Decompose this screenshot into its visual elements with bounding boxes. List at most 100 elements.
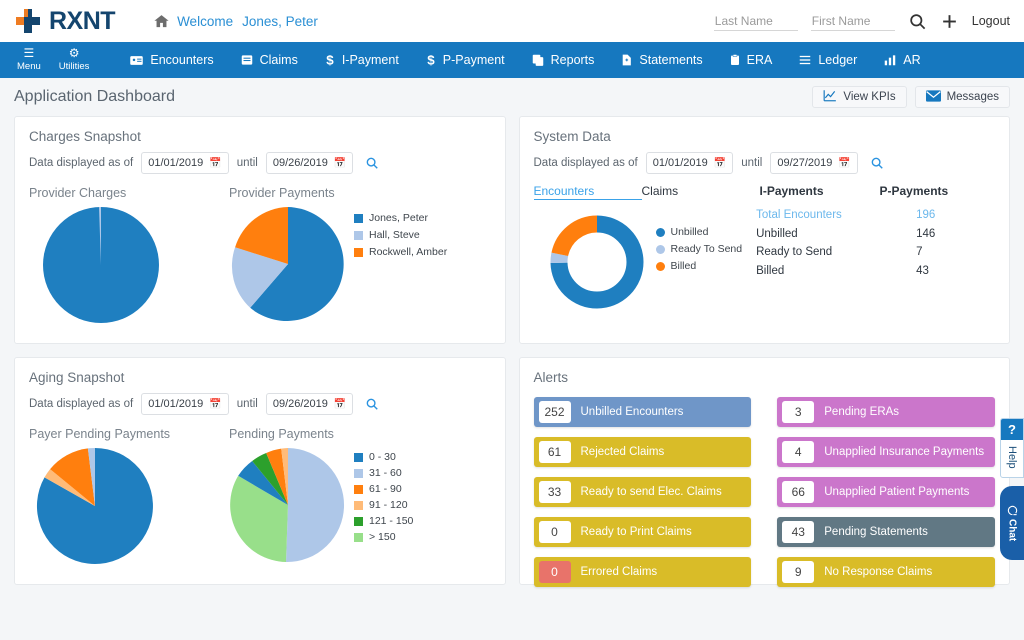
system-to-date[interactable]: 09/27/2019 📅	[770, 152, 858, 174]
provider-payments-chart: Provider Payments	[229, 186, 354, 324]
alert-rejected-claims[interactable]: 61 Rejected Claims	[533, 437, 752, 467]
main-navigation: ☰ Menu ⚙ Utilities Encounters Claims $ I…	[0, 42, 1024, 78]
encounters-legend: Unbilled Ready To Send Billed	[655, 226, 742, 312]
alert-ready-to-print-claims[interactable]: 0 Ready to Print Claims	[533, 517, 752, 547]
tab-p-payments[interactable]: P-Payments	[880, 184, 949, 200]
side-widgets: ? Help Chat	[1000, 418, 1024, 560]
nav-item-era[interactable]: ERA	[716, 42, 786, 78]
search-icon[interactable]	[870, 156, 884, 170]
nav-label: ERA	[746, 53, 773, 67]
chat-widget[interactable]: Chat	[1000, 485, 1024, 560]
brand-logo[interactable]: RXNT	[14, 7, 116, 36]
tab-claims[interactable]: Claims	[642, 184, 760, 200]
nav-label: Encounters	[150, 53, 214, 67]
legend-item: > 150	[354, 531, 413, 543]
legend-swatch	[354, 452, 363, 462]
row-value: 146	[916, 227, 936, 240]
nav-item-i-payment[interactable]: $ I-Payment	[311, 42, 412, 78]
nav-item-encounters[interactable]: Encounters	[116, 42, 226, 78]
provider-payments-pie[interactable]	[229, 204, 347, 324]
alert-count: 61	[538, 441, 571, 463]
alert-label: Pending Statements	[824, 526, 928, 538]
legend-label: > 150	[369, 531, 396, 543]
provider-legend: Jones, Peter Hall, Steve Rockwell, Amber	[354, 212, 447, 258]
until-label: until	[236, 157, 258, 169]
nav-item-ledger[interactable]: Ledger	[785, 42, 870, 78]
plus-icon[interactable]	[940, 12, 959, 31]
nav-utilities-label: Utilities	[58, 60, 90, 72]
alert-unapplied-insurance-payments[interactable]: 4 Unapplied Insurance Payments	[777, 437, 995, 467]
charges-snapshot-card: Charges Snapshot Data displayed as of 01…	[14, 116, 506, 344]
alert-unapplied-patient-payments[interactable]: 66 Unapplied Patient Payments	[777, 477, 995, 507]
search-icon[interactable]	[365, 156, 379, 170]
charges-from-date[interactable]: 01/01/2019 📅	[141, 152, 229, 174]
clipboard-icon	[729, 53, 741, 67]
tab-i-payments[interactable]: I-Payments	[760, 184, 880, 200]
line-chart-icon	[823, 89, 837, 105]
row-key: Unbilled	[756, 227, 798, 240]
nav-item-reports[interactable]: Reports	[518, 42, 608, 78]
user-name[interactable]: Jones, Peter	[242, 14, 318, 29]
legend-label: Jones, Peter	[369, 212, 428, 224]
alert-count: 66	[782, 481, 815, 503]
view-kpis-button[interactable]: View KPIs	[812, 86, 907, 108]
system-from-date[interactable]: 01/01/2019 📅	[645, 152, 734, 174]
nav-item-claims[interactable]: Claims	[227, 42, 311, 78]
nav-item-statements[interactable]: Statements	[607, 42, 715, 78]
alert-label: No Response Claims	[824, 566, 933, 578]
welcome-block: Welcome Jones, Peter	[153, 13, 318, 30]
table-row[interactable]: Total Encounters 196	[756, 206, 935, 225]
alert-no-response-claims[interactable]: 9 No Response Claims	[777, 557, 995, 587]
aging-from-date[interactable]: 01/01/2019 📅	[141, 393, 229, 415]
dollar-icon: $	[324, 53, 336, 68]
row-value: 43	[916, 264, 929, 277]
nav-utilities-button[interactable]: ⚙ Utilities	[50, 46, 99, 73]
home-icon[interactable]	[153, 13, 170, 30]
chat-label: Chat	[1006, 518, 1018, 541]
table-row[interactable]: Unbilled 146	[756, 225, 935, 244]
search-icon[interactable]	[365, 397, 379, 411]
nav-label: Statements	[639, 53, 703, 67]
first-name-input[interactable]	[810, 11, 895, 31]
nav-item-ar[interactable]: AR	[870, 42, 933, 78]
alert-ready-to-send-elec-claims[interactable]: 33 Ready to send Elec. Claims	[533, 477, 752, 507]
charges-to-date[interactable]: 09/26/2019 📅	[265, 152, 354, 174]
alert-pending-eras[interactable]: 3 Pending ERAs	[777, 397, 995, 427]
alert-count: 9	[782, 561, 815, 583]
alert-pending-statements[interactable]: 43 Pending Statements	[777, 517, 995, 547]
alert-count: 252	[538, 401, 571, 423]
legend-label: Rockwell, Amber	[369, 246, 448, 258]
nav-menu-button[interactable]: ☰ Menu	[8, 46, 50, 73]
card-title: Alerts	[533, 370, 569, 385]
last-name-input[interactable]	[713, 11, 798, 31]
chart-title: Provider Charges	[29, 186, 127, 200]
messages-button[interactable]: Messages	[914, 86, 1010, 108]
legend-item: 121 - 150	[354, 515, 413, 527]
alert-label: Ready to send Elec. Claims	[580, 486, 722, 498]
nav-item-p-payment[interactable]: $ P-Payment	[412, 42, 518, 78]
nav-label: Claims	[259, 53, 298, 67]
alert-count: 3	[782, 401, 815, 423]
search-icon[interactable]	[908, 12, 927, 31]
alert-errored-claims[interactable]: 0 Errored Claims	[533, 557, 752, 587]
table-row[interactable]: Billed 43	[756, 262, 935, 281]
provider-charges-pie[interactable]	[41, 204, 161, 326]
alert-count: 4	[782, 441, 815, 463]
encounters-donut-chart[interactable]	[548, 212, 646, 312]
payer-pending-pie[interactable]	[35, 445, 155, 567]
tab-encounters[interactable]: Encounters	[533, 184, 642, 200]
alert-unbilled-encounters[interactable]: 252 Unbilled Encounters	[533, 397, 752, 427]
aging-to-date[interactable]: 09/26/2019 📅	[265, 393, 354, 415]
pending-payments-pie[interactable]	[229, 445, 347, 565]
logout-button[interactable]: Logout	[972, 14, 1010, 28]
calendar-icon: 📅	[713, 157, 727, 169]
table-row[interactable]: Ready to Send 7	[756, 243, 935, 262]
charges-filter-row: Data displayed as of 01/01/2019 📅 until …	[29, 152, 491, 174]
date-value: 01/01/2019	[148, 398, 204, 410]
aging-legend: 0 - 30 31 - 60 61 - 90 91 - 120 121 - 15…	[354, 451, 413, 543]
nav-label: Reports	[550, 53, 595, 67]
help-widget[interactable]: ? Help	[1000, 418, 1024, 478]
dollar-icon: $	[425, 53, 437, 68]
legend-item: 31 - 60	[354, 467, 413, 479]
row-key: Billed	[756, 264, 785, 277]
